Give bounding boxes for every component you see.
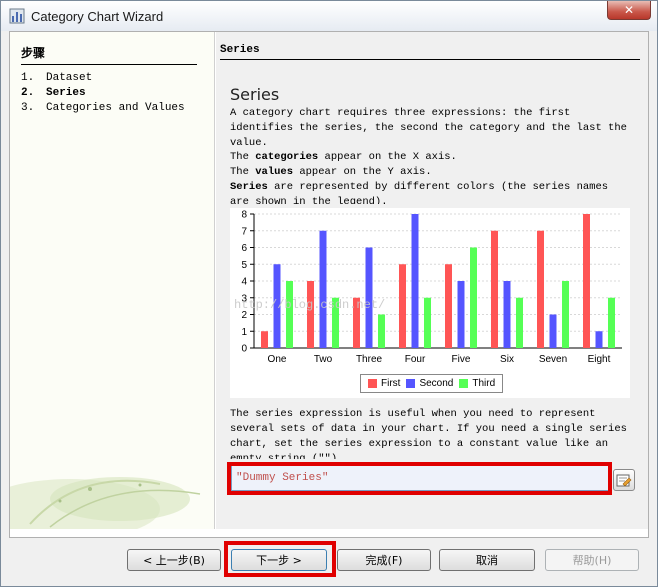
watermark-text: http://blog.csdn.net/ bbox=[234, 298, 385, 312]
legend-swatch bbox=[406, 379, 416, 388]
wizard-window: Category Chart Wizard ✕ 步骤 1. Dataset 2. S… bbox=[0, 0, 658, 587]
close-button[interactable]: ✕ bbox=[607, 1, 651, 20]
chart-legend: First Second Third bbox=[360, 374, 504, 393]
step-label: Categories and Values bbox=[46, 102, 185, 114]
wizard-client-area: 步骤 1. Dataset 2. Series 3. Categories and V… bbox=[9, 31, 649, 538]
help-button[interactable]: 帮助(H) bbox=[545, 549, 639, 571]
y-tick-label: 6 bbox=[241, 243, 247, 254]
series-expression-field[interactable] bbox=[231, 465, 612, 491]
legend-label: Second bbox=[419, 378, 454, 389]
bar-third-eight bbox=[608, 297, 615, 348]
bar-first-six bbox=[491, 230, 498, 348]
step-number: 1. bbox=[21, 72, 35, 84]
intro-text: A category chart requires three expressi… bbox=[230, 107, 627, 149]
bar-third-three bbox=[378, 314, 385, 348]
x-tick-label: Five bbox=[452, 354, 471, 365]
bar-third-seven bbox=[562, 281, 569, 348]
x-tick-label: One bbox=[268, 354, 287, 365]
legend-item-second: Second bbox=[406, 378, 453, 389]
x-tick-label: Two bbox=[314, 354, 333, 365]
text-fragment: appear on the X axis. bbox=[318, 151, 457, 163]
close-icon: ✕ bbox=[623, 3, 635, 17]
cancel-button[interactable]: 取消 bbox=[439, 549, 535, 571]
steps-heading: 步骤 bbox=[21, 44, 197, 65]
bar-second-four bbox=[411, 214, 419, 348]
bar-first-five bbox=[445, 264, 452, 348]
text-fragment: The bbox=[230, 166, 256, 178]
bar-third-six bbox=[516, 297, 523, 348]
text-bold: values bbox=[255, 166, 294, 178]
step-dataset[interactable]: 1. Dataset bbox=[21, 72, 92, 84]
x-tick-label: Eight bbox=[588, 354, 611, 365]
step-label: Series bbox=[46, 87, 86, 99]
categories-text: The categories appear on the X axis. bbox=[230, 150, 630, 165]
step-categories-values[interactable]: 3. Categories and Values bbox=[21, 102, 185, 114]
step-series[interactable]: 2. Series bbox=[21, 87, 86, 99]
y-tick-label: 8 bbox=[241, 210, 247, 221]
x-tick-label: Three bbox=[356, 354, 383, 365]
expression-editor-button[interactable] bbox=[613, 469, 635, 491]
legend-label: Third bbox=[472, 378, 496, 389]
steps-pane: 步骤 1. Dataset 2. Series 3. Categories and V… bbox=[10, 32, 215, 529]
bar-third-one bbox=[286, 281, 293, 348]
wizard-button-bar: < 上一步(B) 下一步 > 完成(F) 取消 帮助(H) bbox=[1, 538, 657, 586]
text-fragment: The bbox=[230, 151, 256, 163]
bar-third-four bbox=[424, 297, 431, 348]
page-title: Series bbox=[230, 85, 280, 104]
content-pane: Series Series A category chart requires … bbox=[216, 32, 648, 529]
step-number: 2. bbox=[21, 87, 35, 99]
legend-item-third: Third bbox=[459, 378, 495, 389]
series-expression-help: The series expression is useful when you… bbox=[230, 408, 627, 459]
series-text: Series are represented by different colo… bbox=[230, 180, 630, 204]
x-tick-label: Seven bbox=[539, 354, 567, 365]
step-number: 3. bbox=[21, 102, 35, 114]
bar-first-seven bbox=[537, 230, 544, 348]
bar-second-eight bbox=[595, 331, 603, 348]
text-bold: categories bbox=[255, 151, 319, 163]
next-button[interactable]: 下一步 > bbox=[231, 549, 327, 571]
text-fragment: appear on the Y axis. bbox=[293, 166, 432, 178]
text-bold: Series bbox=[230, 181, 268, 193]
legend-label: First bbox=[381, 378, 401, 389]
decorative-leaf-graphic bbox=[10, 477, 201, 529]
bar-second-two bbox=[319, 230, 327, 348]
title-bar[interactable]: Category Chart Wizard ✕ bbox=[1, 1, 657, 31]
y-tick-label: 7 bbox=[241, 226, 247, 237]
section-header: Series bbox=[220, 44, 640, 60]
example-bar-chart: 012345678One Two Three Four Five Six Seven Eigh… bbox=[230, 208, 630, 398]
text-fragment: are represented by different colors (the… bbox=[230, 181, 609, 204]
bar-second-seven bbox=[549, 314, 557, 348]
bar-first-one bbox=[261, 331, 268, 348]
bar-second-five bbox=[457, 281, 465, 348]
y-tick-label: 1 bbox=[241, 327, 247, 338]
legend-item-first: First bbox=[368, 378, 400, 389]
finish-button[interactable]: 完成(F) bbox=[337, 549, 431, 571]
back-button[interactable]: < 上一步(B) bbox=[127, 549, 221, 571]
bar-first-four bbox=[399, 264, 406, 348]
window-title: Category Chart Wizard bbox=[31, 8, 164, 24]
x-tick-label: Four bbox=[405, 354, 426, 365]
bar-third-five bbox=[470, 247, 477, 348]
expression-editor-icon bbox=[616, 474, 632, 487]
bar-first-eight bbox=[583, 214, 590, 348]
legend-swatch bbox=[368, 379, 377, 388]
x-tick-label: Six bbox=[500, 354, 514, 365]
step-label: Dataset bbox=[46, 72, 93, 84]
y-tick-label: 0 bbox=[241, 344, 247, 355]
series-expression-input[interactable] bbox=[236, 469, 606, 487]
bar-second-six bbox=[503, 281, 511, 348]
y-tick-label: 4 bbox=[241, 277, 247, 288]
chart-app-icon bbox=[9, 8, 25, 24]
legend-swatch bbox=[459, 379, 469, 388]
bar-first-two bbox=[307, 281, 314, 348]
values-text: The values appear on the Y axis. bbox=[230, 165, 630, 180]
y-tick-label: 5 bbox=[241, 260, 247, 271]
